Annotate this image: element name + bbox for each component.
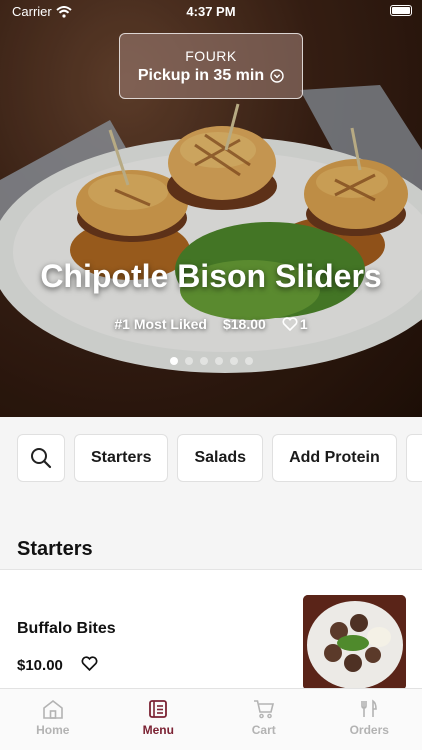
carousel-dot[interactable] xyxy=(229,357,238,365)
heart-icon[interactable] xyxy=(81,656,98,671)
carousel-dot[interactable] xyxy=(199,357,208,365)
menu-item-image[interactable] xyxy=(303,595,406,690)
tab-cart[interactable]: Cart xyxy=(211,689,317,750)
tab-bar: Home Menu Cart Orders xyxy=(0,688,422,750)
menu-icon xyxy=(149,700,168,718)
tab-orders[interactable]: Orders xyxy=(317,689,422,750)
carousel-dot[interactable] xyxy=(244,357,253,365)
home-icon xyxy=(42,699,63,719)
category-chip-salads[interactable]: Salads xyxy=(177,434,264,482)
tab-menu[interactable]: Menu xyxy=(106,689,212,750)
featured-item-meta: #1 Most Liked $18.00 1 xyxy=(0,316,422,332)
carousel-dot[interactable] xyxy=(184,357,193,365)
cart-icon xyxy=(253,700,274,719)
hero-banner[interactable]: Carrier 4:37 PM FOURK Pickup in 35 min C… xyxy=(0,0,422,417)
featured-item-title: Chipotle Bison Sliders xyxy=(40,258,382,294)
section-title: Starters xyxy=(17,538,93,560)
menu-item-price: $10.00 xyxy=(17,657,63,674)
status-bar: Carrier 4:37 PM xyxy=(0,0,422,24)
carousel-dot[interactable] xyxy=(214,357,223,365)
category-chip-starters[interactable]: Starters xyxy=(74,434,169,482)
carousel-dot[interactable] xyxy=(169,357,178,365)
category-chip-add-protein[interactable]: Add Protein xyxy=(272,434,397,482)
tab-home[interactable]: Home xyxy=(0,689,106,750)
heart-icon xyxy=(282,317,298,331)
search-icon xyxy=(31,448,52,469)
search-button[interactable] xyxy=(17,434,65,482)
category-bar: Starters Salads Add Protein xyxy=(0,417,422,499)
chevron-down-circle-icon xyxy=(270,69,284,83)
restaurant-name: FOURK xyxy=(185,48,237,64)
carousel-indicator[interactable] xyxy=(0,357,422,365)
menu-item-name: Buffalo Bites xyxy=(17,620,116,637)
featured-item-likes[interactable]: 1 xyxy=(282,316,308,332)
status-time: 4:37 PM xyxy=(186,4,236,19)
pickup-selector[interactable]: FOURK Pickup in 35 min xyxy=(119,33,303,99)
category-chip-more[interactable] xyxy=(405,434,422,482)
orders-icon xyxy=(361,699,378,717)
featured-item-price: $18.00 xyxy=(222,316,266,332)
battery-icon xyxy=(390,5,412,16)
buffalo-bites-photo xyxy=(303,595,406,690)
most-liked-badge: #1 Most Liked xyxy=(114,316,207,332)
pickup-time: Pickup in 35 min xyxy=(120,67,302,85)
